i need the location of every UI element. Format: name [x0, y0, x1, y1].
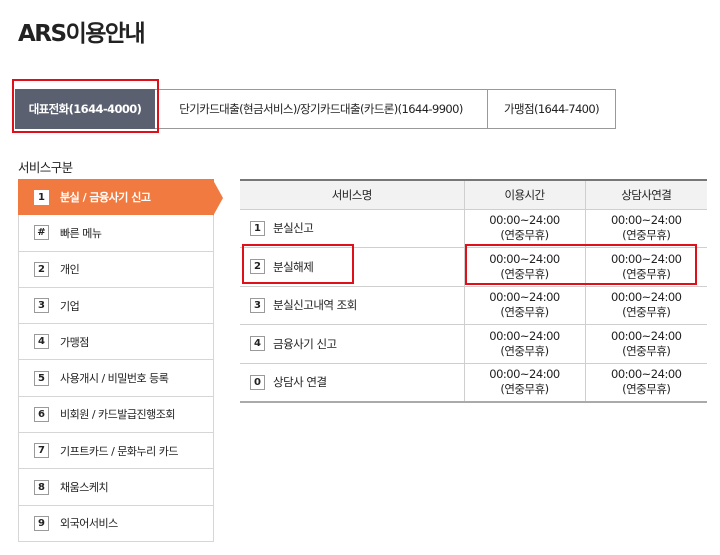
row-number: 1 [250, 220, 265, 236]
time-range: 00:00~24:00 [611, 328, 682, 343]
menu-number: # [34, 225, 49, 241]
column-header: 이용시간 [463, 179, 585, 210]
hours-cell: 00:00~24:00 (연중무휴) [463, 363, 585, 403]
menu-number: 7 [34, 443, 49, 459]
column-header: 상담사연결 [584, 179, 707, 210]
table-row: 0 상담사 연결 00:00~24:00 (연중무휴) 00:00~24:00 (연중… [240, 363, 707, 403]
row-number: 0 [250, 374, 265, 390]
agent-cell: 00:00~24:00 (연중무휴) [584, 324, 707, 364]
menu-number: 1 [34, 189, 49, 205]
time-note: (연중무휴) [500, 228, 549, 243]
service-name-cell: 0 상담사 연결 [240, 363, 464, 403]
menu-item-gift-card[interactable]: 7 기프트카드 / 문화누리 카드 [18, 433, 214, 470]
column-header: 서비스명 [240, 179, 464, 210]
time-range: 00:00~24:00 [489, 213, 560, 228]
menu-number: 9 [34, 515, 49, 531]
service-name-cell: 3 분실신고내역 조회 [240, 286, 464, 325]
menu-number: 2 [34, 261, 49, 277]
hours-cell: 00:00~24:00 (연중무휴) [463, 209, 585, 248]
menu-label: 가맹점 [60, 335, 89, 349]
menu-item-quick-menu[interactable]: # 빠른 메뉴 [18, 215, 214, 252]
time-note: (연중무휴) [622, 343, 671, 358]
agent-cell: 00:00~24:00 (연중무휴) [584, 209, 707, 248]
menu-label: 기업 [60, 299, 80, 313]
service-name-cell: 4 금융사기 신고 [240, 324, 464, 364]
table-row: 1 분실신고 00:00~24:00 (연중무휴) 00:00~24:00 (연중무휴… [240, 209, 707, 248]
menu-number: 5 [34, 370, 49, 386]
time-range: 00:00~24:00 [489, 328, 560, 343]
menu-item-loss-fraud[interactable]: 1 분실 / 금융사기 신고 [18, 179, 223, 217]
menu-label: 비회원 / 카드발급진행조회 [60, 408, 176, 422]
menu-label: 외국어서비스 [60, 517, 118, 531]
page-title: ARS이용안내 [18, 21, 146, 47]
service-name: 분실신고내역 조회 [273, 298, 357, 313]
highlight-box-tab [12, 79, 159, 133]
menu-number: 6 [34, 406, 49, 422]
highlight-box-hours [465, 244, 697, 285]
menu-label: 분실 / 금융사기 신고 [60, 191, 151, 205]
menu-item-merchant[interactable]: 4 가맹점 [18, 324, 214, 361]
hours-cell: 00:00~24:00 (연중무휴) [463, 286, 585, 325]
menu-label: 사용개시 / 비밀번호 등록 [60, 372, 169, 386]
table-row: 4 금융사기 신고 00:00~24:00 (연중무휴) 00:00~24:00 (연… [240, 324, 707, 364]
hours-cell: 00:00~24:00 (연중무휴) [463, 324, 585, 364]
service-menu: 1 분실 / 금융사기 신고 # 빠른 메뉴 2 개인 3 기업 4 가맹점 5 사용개시 … [18, 179, 223, 542]
agent-cell: 00:00~24:00 (연중무휴) [584, 363, 707, 403]
time-range: 00:00~24:00 [611, 213, 682, 228]
time-note: (연중무휴) [622, 305, 671, 320]
menu-item-activation[interactable]: 5 사용개시 / 비밀번호 등록 [18, 360, 214, 397]
row-number: 4 [250, 336, 265, 352]
service-table: 서비스명 이용시간 상담사연결 1 분실신고 00:00~24:00 (연중무휴) … [240, 179, 707, 403]
highlight-box-service [242, 244, 354, 284]
menu-label: 개인 [60, 263, 80, 277]
service-name: 분실신고 [273, 221, 314, 236]
time-note: (연중무휴) [622, 382, 671, 396]
time-note: (연중무휴) [500, 305, 549, 320]
time-range: 00:00~24:00 [489, 367, 560, 381]
row-number: 3 [250, 297, 265, 313]
service-name: 금융사기 신고 [273, 336, 337, 351]
menu-number: 4 [34, 334, 49, 350]
menu-label: 기프트카드 / 문화누리 카드 [60, 444, 179, 458]
time-range: 00:00~24:00 [611, 367, 682, 381]
service-name-cell: 1 분실신고 [240, 209, 464, 248]
menu-item-personal[interactable]: 2 개인 [18, 251, 214, 288]
time-range: 00:00~24:00 [611, 290, 682, 305]
menu-item-non-member[interactable]: 6 비회원 / 카드발급진행조회 [18, 396, 214, 434]
agent-cell: 00:00~24:00 (연중무휴) [584, 286, 707, 325]
time-range: 00:00~24:00 [489, 290, 560, 305]
menu-number: 8 [34, 479, 49, 495]
menu-item-corporate[interactable]: 3 기업 [18, 287, 214, 325]
tab-card-loan[interactable]: 단기카드대출(현금서비스)/장기카드대출(카드론)(1644-9900) [155, 89, 488, 129]
time-note: (연중무휴) [500, 382, 549, 396]
menu-label: 채움스케치 [60, 481, 109, 495]
menu-label: 빠른 메뉴 [60, 226, 102, 240]
menu-item-sketch[interactable]: 8 채움스케치 [18, 469, 214, 506]
table-header-row: 서비스명 이용시간 상담사연결 [240, 179, 707, 210]
menu-number: 3 [34, 298, 49, 314]
time-note: (연중무휴) [500, 343, 549, 358]
section-label: 서비스구분 [18, 160, 73, 175]
time-note: (연중무휴) [622, 228, 671, 243]
tab-merchant[interactable]: 가맹점(1644-7400) [488, 89, 616, 129]
table-row: 3 분실신고내역 조회 00:00~24:00 (연중무휴) 00:00~24:00… [240, 286, 707, 325]
menu-item-foreign-language[interactable]: 9 외국어서비스 [18, 505, 214, 542]
service-name: 상담사 연결 [273, 375, 327, 389]
